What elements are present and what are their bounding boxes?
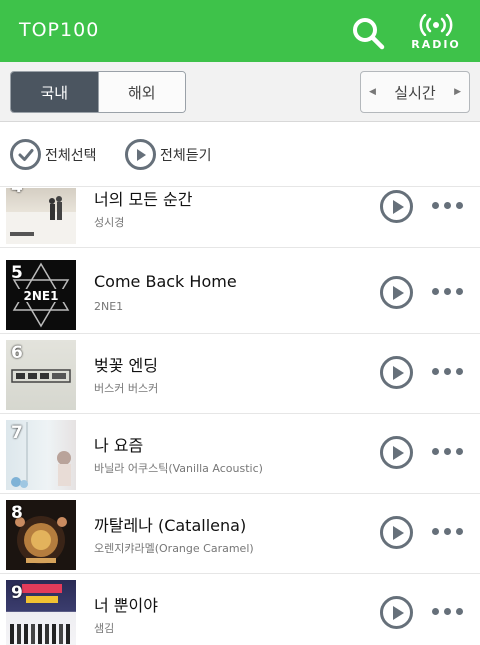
artist-name: 성시경: [94, 216, 125, 229]
play-icon: [125, 139, 156, 170]
album-art: 8: [6, 500, 76, 570]
app-header: TOP100 RADIO: [0, 0, 480, 62]
song-title: 나 요즘: [94, 436, 144, 455]
more-options-icon[interactable]: [432, 202, 464, 212]
rank-number: 7: [11, 423, 23, 443]
more-options-icon[interactable]: [432, 448, 464, 458]
play-button[interactable]: [380, 516, 413, 549]
song-title: Come Back Home: [94, 272, 237, 291]
artist-name: 2NE1: [94, 300, 124, 313]
region-segment: 국내 해외: [10, 71, 186, 113]
play-button[interactable]: [380, 596, 413, 629]
rank-number: 9: [11, 583, 23, 603]
rank-number: 8: [11, 503, 23, 523]
radio-broadcast-icon: [419, 14, 453, 36]
list-item[interactable]: 9 너 뿐이야 샘김: [0, 574, 480, 645]
rank-number: 6: [11, 343, 23, 363]
page-title: TOP100: [19, 19, 100, 41]
more-options-icon[interactable]: [432, 368, 464, 378]
list-item[interactable]: 8 까탈레나 (Catallena) 오렌지캬라멜(Orange Caramel…: [0, 494, 480, 574]
play-button[interactable]: [380, 436, 413, 469]
search-button[interactable]: [350, 15, 386, 51]
album-art: 7: [6, 420, 76, 490]
radio-label: RADIO: [411, 38, 461, 51]
rank-number: 4: [11, 188, 23, 197]
select-all-button[interactable]: 전체선택: [10, 139, 97, 170]
period-label: 실시간: [394, 83, 436, 102]
song-title: 너의 모든 순간: [94, 190, 193, 209]
previous-period-icon[interactable]: ◀: [369, 87, 376, 97]
check-icon: [10, 139, 41, 170]
play-all-label: 전체듣기: [160, 147, 212, 164]
next-period-icon[interactable]: ▶: [454, 87, 461, 97]
tab-domestic[interactable]: 국내: [11, 72, 98, 112]
album-art: 6: [6, 340, 76, 410]
search-icon: [353, 18, 385, 50]
list-item[interactable]: 7 나 요즘 바닐라 어쿠스틱(Vanilla Acoustic): [0, 414, 480, 494]
song-title: 너 뿐이야: [94, 596, 158, 615]
radio-button[interactable]: RADIO: [405, 14, 467, 54]
tab-overseas[interactable]: 해외: [97, 72, 185, 112]
play-all-button[interactable]: 전체듣기: [125, 139, 212, 170]
list-item[interactable]: 6 벚꽃 엔딩 버스커 버스커: [0, 334, 480, 414]
play-button[interactable]: [380, 276, 413, 309]
rank-number: 5: [11, 263, 23, 283]
select-all-label: 전체선택: [45, 147, 97, 164]
svg-text:2NE1: 2NE1: [24, 289, 59, 303]
list-item[interactable]: 2NE1 5 Come Back Home 2NE1: [0, 254, 480, 334]
song-title: 까탈레나 (Catallena): [94, 516, 247, 535]
action-bar: 전체선택 전체듣기: [0, 123, 480, 187]
filter-bar: 국내 해외 ◀ 실시간 ▶: [0, 62, 480, 122]
period-selector[interactable]: ◀ 실시간 ▶: [360, 71, 470, 113]
artist-name: 버스커 버스커: [94, 382, 159, 395]
artist-name: 샘김: [94, 622, 115, 635]
more-options-icon[interactable]: [432, 528, 464, 538]
more-options-icon[interactable]: [432, 608, 464, 618]
more-options-icon[interactable]: [432, 288, 464, 298]
play-button[interactable]: [380, 190, 413, 223]
list-item[interactable]: 4 너의 모든 순간 성시경: [0, 188, 480, 248]
play-button[interactable]: [380, 356, 413, 389]
album-art: 4: [6, 188, 76, 244]
artist-name: 바닐라 어쿠스틱(Vanilla Acoustic): [94, 462, 263, 475]
artist-name: 오렌지캬라멜(Orange Caramel): [94, 542, 254, 555]
album-art: 2NE1 5: [6, 260, 76, 330]
song-title: 벚꽃 엔딩: [94, 356, 158, 375]
album-art: 9: [6, 580, 76, 645]
song-list: 4 너의 모든 순간 성시경 2NE1 5 Come Back Home 2NE…: [0, 188, 480, 645]
